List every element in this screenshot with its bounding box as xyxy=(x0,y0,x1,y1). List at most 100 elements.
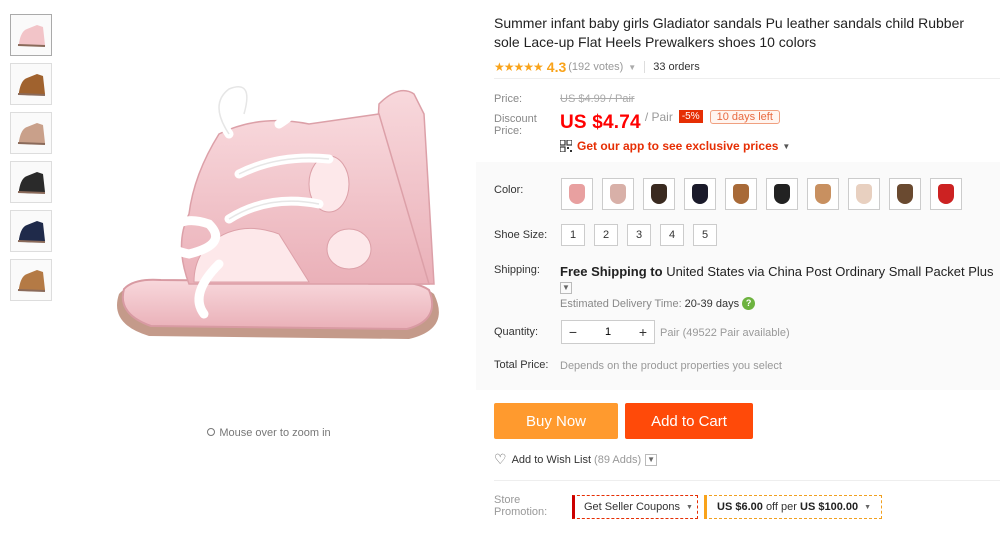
shoe-size-label: Shoe Size: xyxy=(494,229,548,241)
buy-now-button[interactable]: Buy Now xyxy=(494,403,618,439)
pink-sandal-thumb[interactable] xyxy=(10,14,52,56)
color-swatch-3[interactable] xyxy=(643,178,675,210)
chevron-down-icon[interactable]: ▼ xyxy=(628,63,636,72)
rating-value: 4.3 xyxy=(546,59,567,75)
color-swatch-4[interactable] xyxy=(684,178,716,210)
caret-down-icon: ▼ xyxy=(686,503,693,511)
rating-stars: ★★★★★ xyxy=(494,60,544,74)
delivery-days: 20-39 days xyxy=(684,297,740,310)
wishlist-dropdown-icon[interactable]: ▼ xyxy=(645,453,658,466)
shipping-destination: United States via China Post Ordinary Sm… xyxy=(666,264,994,279)
color-swatch-5[interactable] xyxy=(725,178,757,210)
product-title: Summer infant baby girls Gladiator sanda… xyxy=(494,15,965,50)
discount-price: US $4.74 xyxy=(560,112,641,133)
color-swatch-8[interactable] xyxy=(848,178,880,210)
zoom-hint: Mouse over to zoom in xyxy=(62,427,476,439)
get-seller-coupons-button[interactable]: Get Seller Coupons ▼ xyxy=(572,495,698,519)
rating-votes[interactable]: (192 votes) xyxy=(568,61,623,73)
caret-down-icon: ▼ xyxy=(782,141,791,151)
offer-mid-text: off per xyxy=(765,501,797,513)
brown-sandal-thumb[interactable] xyxy=(10,63,52,105)
wishlist-label[interactable]: Add to Wish List xyxy=(512,454,591,466)
store-offer-dropdown[interactable]: US $6.00 off per US $100.00 ▼ xyxy=(704,495,882,519)
color-chart-thumb[interactable] xyxy=(10,112,52,154)
color-swatch-10[interactable] xyxy=(930,178,962,210)
caret-down-icon: ▼ xyxy=(864,503,872,511)
divider xyxy=(494,78,1000,79)
original-price: US $4.99 / Pair xyxy=(560,93,635,105)
swatch-image xyxy=(897,184,913,204)
size-option-3[interactable]: 3 xyxy=(627,224,651,246)
size-options: 12345 xyxy=(561,224,726,246)
color-label: Color: xyxy=(494,184,524,196)
offer-minimum: US $100.00 xyxy=(800,501,859,513)
color-swatch-2[interactable] xyxy=(602,178,634,210)
zoom-hint-text: Mouse over to zoom in xyxy=(219,427,331,439)
color-swatch-6[interactable] xyxy=(766,178,798,210)
color-swatch-7[interactable] xyxy=(807,178,839,210)
app-exclusive-link[interactable]: Get our app to see exclusive prices ▼ xyxy=(560,139,790,153)
size-option-5[interactable]: 5 xyxy=(693,224,717,246)
free-shipping-text: Free Shipping to xyxy=(560,264,663,279)
offer-amount: US $6.00 xyxy=(717,501,763,513)
thumbnail-list xyxy=(10,14,56,308)
price-unit: / Pair xyxy=(644,110,673,124)
days-left-badge: 10 days left xyxy=(709,110,780,124)
thumbnail-image xyxy=(17,270,46,292)
quantity-stepper: − + xyxy=(561,320,655,344)
navy-sandal-thumb[interactable] xyxy=(10,210,52,252)
qr-code-icon xyxy=(560,140,572,152)
tan-sandal-thumb[interactable] xyxy=(10,259,52,301)
add-to-wishlist[interactable]: ♡ Add to Wish List (89 Adds) ▼ xyxy=(494,451,658,468)
quantity-input[interactable] xyxy=(584,326,632,338)
thumbnail-image xyxy=(17,74,46,96)
thumbnail-image xyxy=(17,172,46,194)
rating-row: ★★★★★ 4.3 (192 votes) ▼ 33 orders xyxy=(494,58,1000,78)
swatch-image xyxy=(815,184,831,204)
swatch-image xyxy=(733,184,749,204)
pink-sandal-image xyxy=(117,82,439,339)
total-price-label: Total Price: xyxy=(494,359,549,371)
decrement-button[interactable]: − xyxy=(562,324,584,340)
thumbnail-image xyxy=(17,221,46,243)
wishlist-count: (89 Adds) xyxy=(594,453,642,466)
product-main-image[interactable] xyxy=(62,14,476,404)
orders-count: 33 orders xyxy=(653,61,700,73)
size-option-2[interactable]: 2 xyxy=(594,224,618,246)
discount-badge: -5% xyxy=(678,110,703,123)
app-link-text[interactable]: Get our app to see exclusive prices xyxy=(577,139,778,153)
coupon-button-label: Get Seller Coupons xyxy=(584,501,680,513)
quantity-label: Quantity: xyxy=(494,326,539,338)
black-sandal-thumb[interactable] xyxy=(10,161,52,203)
delivery-estimate: Estimated Delivery Time: 20-39 days ? xyxy=(560,297,756,310)
available-quantity: Pair (49522 Pair available) xyxy=(660,327,790,339)
price-label: Price: xyxy=(494,93,523,105)
swatch-image xyxy=(569,184,585,204)
size-option-1[interactable]: 1 xyxy=(561,224,585,246)
swatch-image xyxy=(610,184,626,204)
discount-price-label: Discount Price: xyxy=(494,113,537,137)
color-swatch-9[interactable] xyxy=(889,178,921,210)
price-row: Price: US $4.99 / Pair xyxy=(494,93,635,105)
shipping-label: Shipping: xyxy=(494,264,540,276)
total-price-value: Depends on the product properties you se… xyxy=(560,360,782,372)
magnifier-icon xyxy=(207,428,216,436)
shipping-dropdown-icon[interactable]: ▼ xyxy=(560,281,572,294)
shipping-info: Free Shipping to United States via China… xyxy=(560,264,1000,294)
discount-price-row: Discount Price: US $4.74 / Pair -5% 10 d… xyxy=(494,110,780,137)
add-to-cart-button[interactable]: Add to Cart xyxy=(625,403,753,439)
swatch-image xyxy=(692,184,708,204)
divider xyxy=(494,480,1000,481)
swatch-image xyxy=(774,184,790,204)
swatch-image xyxy=(651,184,667,204)
heart-icon: ♡ xyxy=(494,451,507,467)
size-option-4[interactable]: 4 xyxy=(660,224,684,246)
divider xyxy=(644,61,646,73)
swatch-image xyxy=(938,184,954,204)
increment-button[interactable]: + xyxy=(632,324,654,340)
store-promotion-label: Store Promotion: xyxy=(494,494,548,518)
color-swatches xyxy=(561,178,971,210)
help-icon[interactable]: ? xyxy=(742,297,756,310)
thumbnail-image xyxy=(17,25,46,47)
color-swatch-1[interactable] xyxy=(561,178,593,210)
